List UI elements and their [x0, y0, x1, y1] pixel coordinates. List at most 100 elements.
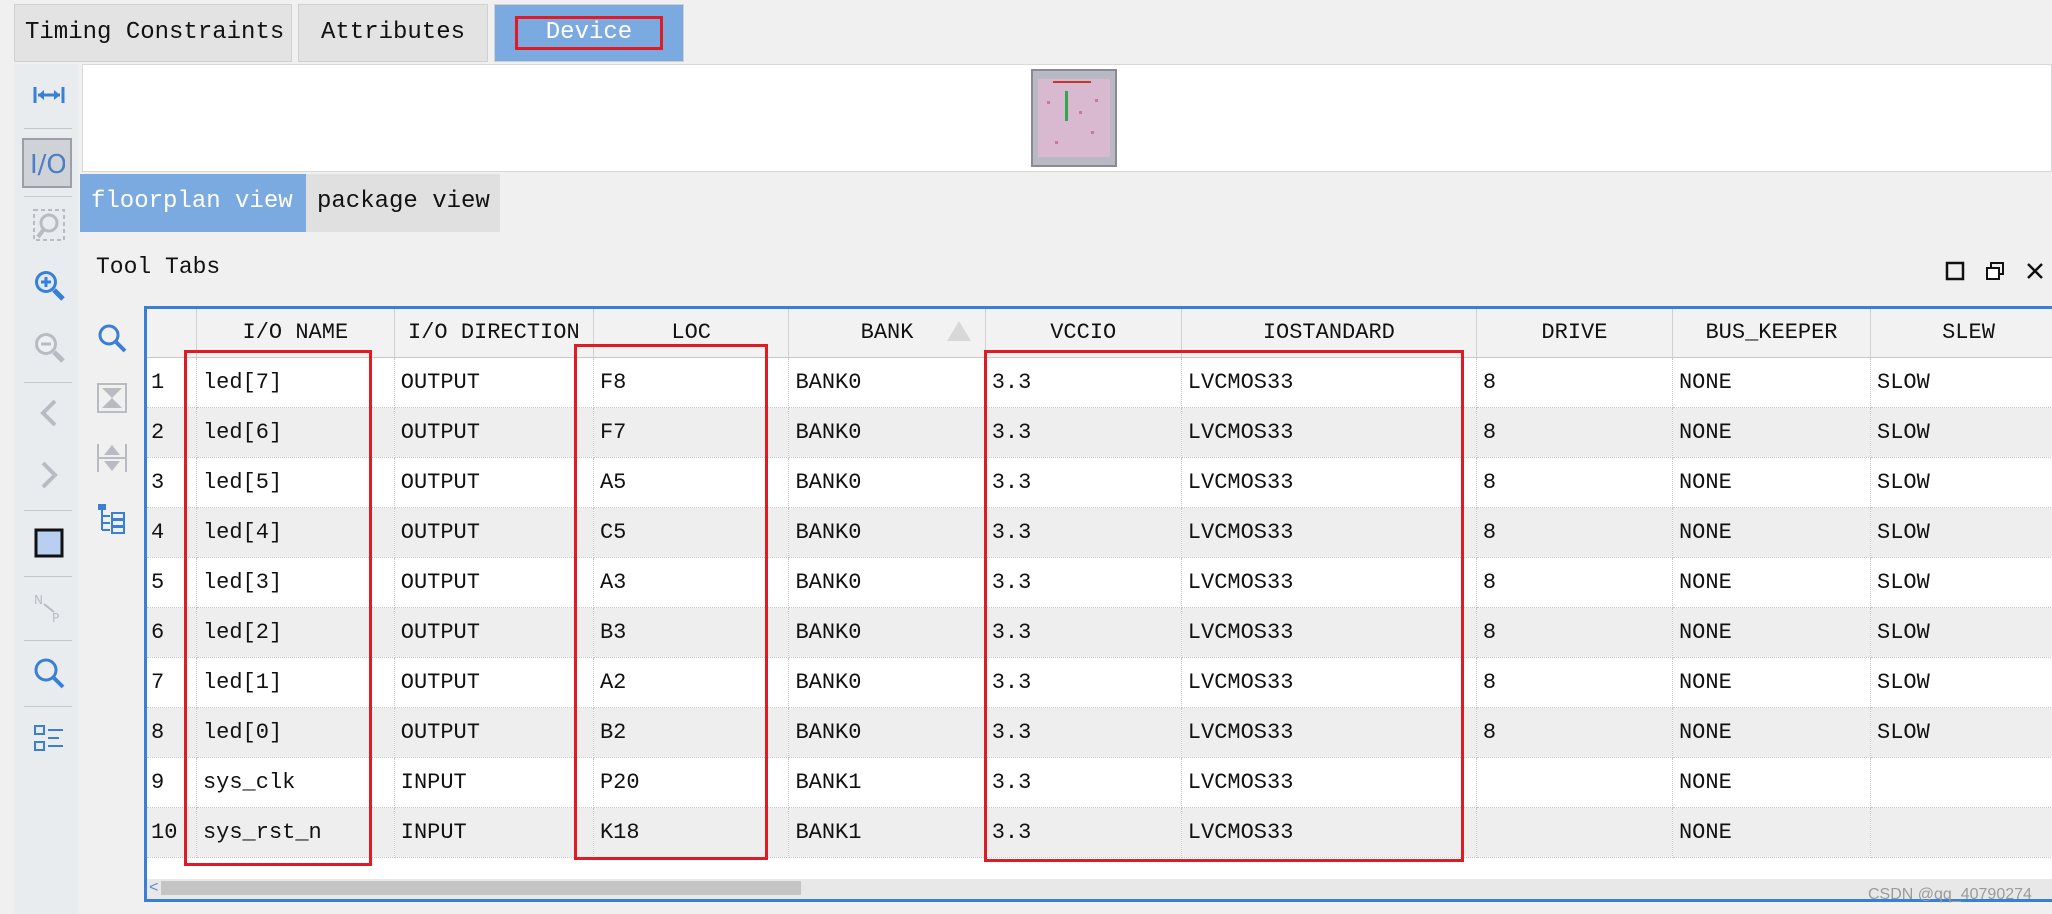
- table-cell[interactable]: sys_clk: [196, 757, 395, 808]
- table-cell[interactable]: SLOW: [1870, 707, 2052, 758]
- table-row[interactable]: 8 led[0] OUTPUT B2 BANK0 3.3 LVCMOS33 8 …: [147, 707, 2052, 758]
- table-cell[interactable]: 3.3: [985, 607, 1182, 658]
- hierarchy-icon[interactable]: [92, 498, 132, 538]
- restore-icon[interactable]: [1982, 258, 2008, 284]
- table-cell[interactable]: OUTPUT: [394, 407, 594, 458]
- zoom-area-icon[interactable]: [28, 204, 70, 246]
- search-icon[interactable]: [28, 652, 70, 694]
- table-cell[interactable]: NONE: [1672, 807, 1872, 858]
- table-cell[interactable]: 3.3: [985, 807, 1182, 858]
- table-cell[interactable]: LVCMOS33: [1181, 507, 1477, 558]
- column-header-bank[interactable]: BANK: [788, 309, 986, 358]
- table-cell[interactable]: NONE: [1672, 757, 1872, 808]
- table-cell[interactable]: LVCMOS33: [1181, 607, 1477, 658]
- table-cell[interactable]: SLOW: [1870, 607, 2052, 658]
- table-row[interactable]: 3 led[5] OUTPUT A5 BANK0 3.3 LVCMOS33 8 …: [147, 457, 2052, 508]
- table-cell[interactable]: SLOW: [1870, 357, 2052, 408]
- table-cell[interactable]: [1870, 807, 2052, 858]
- collapse-all-icon[interactable]: [92, 378, 132, 418]
- table-cell[interactable]: OUTPUT: [394, 507, 594, 558]
- tab-floorplan-view[interactable]: floorplan view: [80, 174, 306, 232]
- table-row[interactable]: 6 led[2] OUTPUT B3 BANK0 3.3 LVCMOS33 8 …: [147, 607, 2052, 658]
- table-cell[interactable]: NONE: [1672, 707, 1872, 758]
- table-cell[interactable]: NONE: [1672, 557, 1872, 608]
- table-cell[interactable]: B2: [593, 707, 790, 758]
- table-cell[interactable]: BANK0: [788, 607, 986, 658]
- zoom-in-icon[interactable]: [28, 264, 70, 306]
- table-cell[interactable]: LVCMOS33: [1181, 357, 1477, 408]
- table-cell[interactable]: led[2]: [196, 607, 395, 658]
- table-cell[interactable]: 3.3: [985, 457, 1182, 508]
- table-cell[interactable]: BANK1: [788, 757, 986, 808]
- table-cell[interactable]: BANK0: [788, 407, 986, 458]
- table-cell[interactable]: NONE: [1672, 607, 1872, 658]
- table-cell[interactable]: INPUT: [394, 807, 594, 858]
- table-cell[interactable]: F8: [593, 357, 790, 408]
- column-header[interactable]: I/O DIRECTION: [394, 309, 594, 358]
- table-cell[interactable]: [1476, 757, 1673, 808]
- table-cell[interactable]: SLOW: [1870, 657, 2052, 708]
- search-icon[interactable]: [92, 318, 132, 358]
- table-cell[interactable]: led[4]: [196, 507, 395, 558]
- maximize-icon[interactable]: [1942, 258, 1968, 284]
- scroll-left-icon[interactable]: <: [149, 879, 159, 897]
- table-cell[interactable]: led[3]: [196, 557, 395, 608]
- table-cell[interactable]: LVCMOS33: [1181, 757, 1477, 808]
- table-cell[interactable]: 8: [1476, 707, 1673, 758]
- column-header[interactable]: IOSTANDARD: [1181, 309, 1477, 358]
- table-cell[interactable]: LVCMOS33: [1181, 407, 1477, 458]
- io-icon[interactable]: I/O: [22, 138, 72, 188]
- table-cell[interactable]: led[0]: [196, 707, 395, 758]
- table-cell[interactable]: BANK0: [788, 507, 986, 558]
- table-cell[interactable]: 8: [1476, 407, 1673, 458]
- table-cell[interactable]: led[7]: [196, 357, 395, 408]
- table-cell[interactable]: [1476, 807, 1673, 858]
- table-row[interactable]: 4 led[4] OUTPUT C5 BANK0 3.3 LVCMOS33 8 …: [147, 507, 2052, 558]
- table-cell[interactable]: NONE: [1672, 507, 1872, 558]
- tab-attributes[interactable]: Attributes: [298, 4, 488, 62]
- table-cell[interactable]: OUTPUT: [394, 357, 594, 408]
- table-cell[interactable]: BANK0: [788, 557, 986, 608]
- close-icon[interactable]: [2022, 258, 2048, 284]
- table-cell[interactable]: 3.3: [985, 707, 1182, 758]
- table-cell[interactable]: A2: [593, 657, 790, 708]
- table-cell[interactable]: OUTPUT: [394, 457, 594, 508]
- net-path-icon[interactable]: NP: [28, 586, 70, 628]
- table-row[interactable]: 1 led[7] OUTPUT F8 BANK0 3.3 LVCMOS33 8 …: [147, 357, 2052, 408]
- table-cell[interactable]: [1870, 757, 2052, 808]
- table-cell[interactable]: B3: [593, 607, 790, 658]
- table-cell[interactable]: F7: [593, 407, 790, 458]
- table-cell[interactable]: A5: [593, 457, 790, 508]
- table-cell[interactable]: A3: [593, 557, 790, 608]
- table-row[interactable]: 9 sys_clk INPUT P20 BANK1 3.3 LVCMOS33 N…: [147, 757, 2052, 808]
- table-cell[interactable]: SLOW: [1870, 407, 2052, 458]
- properties-icon[interactable]: [28, 718, 70, 760]
- table-cell[interactable]: 3.3: [985, 557, 1182, 608]
- table-cell[interactable]: SLOW: [1870, 457, 2052, 508]
- expand-all-icon[interactable]: [92, 438, 132, 478]
- table-cell[interactable]: NONE: [1672, 357, 1872, 408]
- table-cell[interactable]: P20: [593, 757, 790, 808]
- table-cell[interactable]: 8: [1476, 457, 1673, 508]
- table-cell[interactable]: LVCMOS33: [1181, 807, 1477, 858]
- table-row[interactable]: 2 led[6] OUTPUT F7 BANK0 3.3 LVCMOS33 8 …: [147, 407, 2052, 458]
- select-box-icon[interactable]: [28, 522, 70, 564]
- table-row[interactable]: 7 led[1] OUTPUT A2 BANK0 3.3 LVCMOS33 8 …: [147, 657, 2052, 708]
- table-cell[interactable]: 8: [1476, 507, 1673, 558]
- table-cell[interactable]: led[1]: [196, 657, 395, 708]
- column-header[interactable]: SLEW: [1870, 309, 2052, 358]
- table-cell[interactable]: BANK0: [788, 457, 986, 508]
- tab-timing-constraints[interactable]: Timing Constraints: [14, 4, 292, 62]
- table-cell[interactable]: INPUT: [394, 757, 594, 808]
- table-cell[interactable]: 3.3: [985, 407, 1182, 458]
- tab-device[interactable]: Device: [494, 4, 684, 62]
- table-cell[interactable]: LVCMOS33: [1181, 557, 1477, 608]
- back-icon[interactable]: [28, 392, 70, 434]
- tab-package-view[interactable]: package view: [306, 174, 500, 232]
- table-cell[interactable]: BANK0: [788, 657, 986, 708]
- device-chip-thumbnail[interactable]: [1031, 69, 1117, 167]
- column-header[interactable]: DRIVE: [1476, 309, 1673, 358]
- table-cell[interactable]: SLOW: [1870, 557, 2052, 608]
- table-cell[interactable]: K18: [593, 807, 790, 858]
- horizontal-scrollbar[interactable]: <: [147, 879, 2052, 899]
